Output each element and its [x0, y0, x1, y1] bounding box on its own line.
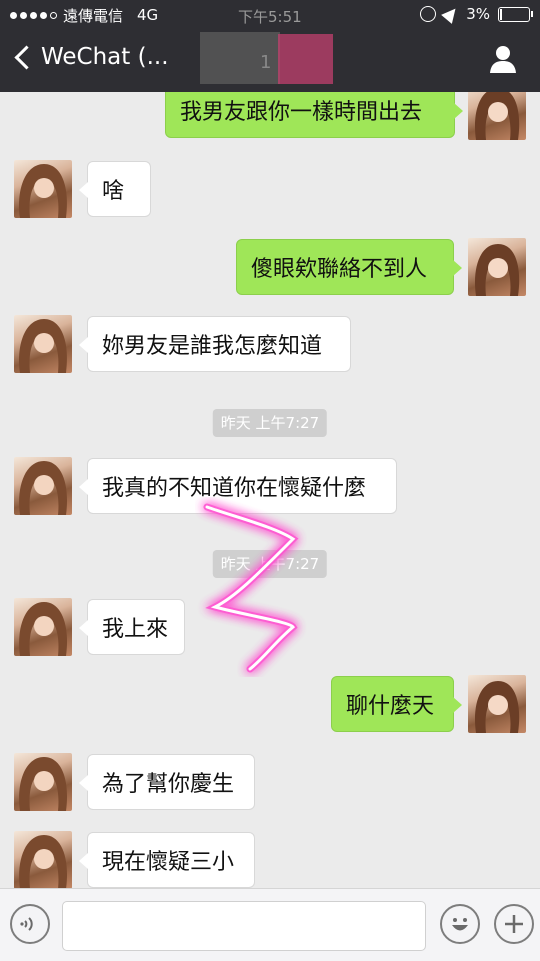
friend-avatar[interactable] [14, 831, 72, 888]
location-icon [441, 4, 462, 24]
back-label: WeChat (... [41, 44, 169, 70]
my-avatar[interactable] [468, 238, 526, 296]
clock: 下午5:51 [238, 8, 302, 26]
friend-avatar[interactable] [14, 598, 72, 656]
chat-area[interactable]: 我男友跟你一樣時間出去 啥 傻眼欸聯絡不到人 妳男友是誰我怎麼知道 昨天 上午7… [0, 92, 540, 888]
received-message[interactable]: 啥 [79, 161, 151, 217]
timestamp: 昨天 上午7:27 [212, 409, 328, 437]
my-avatar[interactable] [468, 675, 526, 733]
signal-strength-icon [10, 11, 57, 19]
emoji-icon [452, 918, 468, 931]
friend-avatar[interactable] [14, 160, 72, 218]
chevron-left-icon [14, 44, 39, 70]
back-button[interactable]: WeChat (... [12, 44, 169, 70]
status-right: 3% [420, 4, 533, 24]
rotation-lock-icon [420, 6, 437, 22]
title-digit: 1 [260, 52, 271, 73]
emoji-button[interactable] [440, 904, 480, 944]
received-message[interactable]: 妳男友是誰我怎麼知道 [79, 316, 351, 372]
neon-scribble-decoration [203, 503, 299, 673]
redacted-title-scribble: 1 [200, 32, 333, 84]
carrier-name: 遠傳電信 [63, 6, 124, 25]
sent-message[interactable]: 傻眼欸聯絡不到人 [236, 239, 462, 295]
received-message[interactable]: 我上來 [79, 599, 185, 655]
plus-button[interactable] [494, 904, 534, 944]
sent-message[interactable]: 我男友跟你一樣時間出去 [165, 92, 463, 138]
person-icon[interactable] [488, 44, 518, 74]
status-bar: 遠傳電信 4G 下午5:51 3% [0, 0, 540, 30]
friend-avatar[interactable] [14, 753, 72, 811]
friend-avatar[interactable] [14, 457, 72, 515]
sent-message[interactable]: 聊什麼天 [331, 676, 462, 732]
message-input[interactable] [62, 901, 426, 951]
friend-avatar[interactable] [14, 315, 72, 373]
nav-bar: WeChat (... 1 [0, 30, 540, 92]
plus-icon [505, 915, 523, 933]
received-message[interactable]: 現在懷疑三小 [79, 832, 255, 888]
battery-icon [498, 6, 533, 22]
battery-percent: 3% [466, 5, 490, 23]
voice-button[interactable] [10, 904, 50, 944]
voice-icon [20, 917, 33, 931]
my-avatar[interactable] [468, 92, 526, 140]
network-type: 4G [137, 6, 159, 24]
input-bar [0, 888, 540, 961]
received-message[interactable]: 為了幫你慶生 [79, 754, 255, 810]
